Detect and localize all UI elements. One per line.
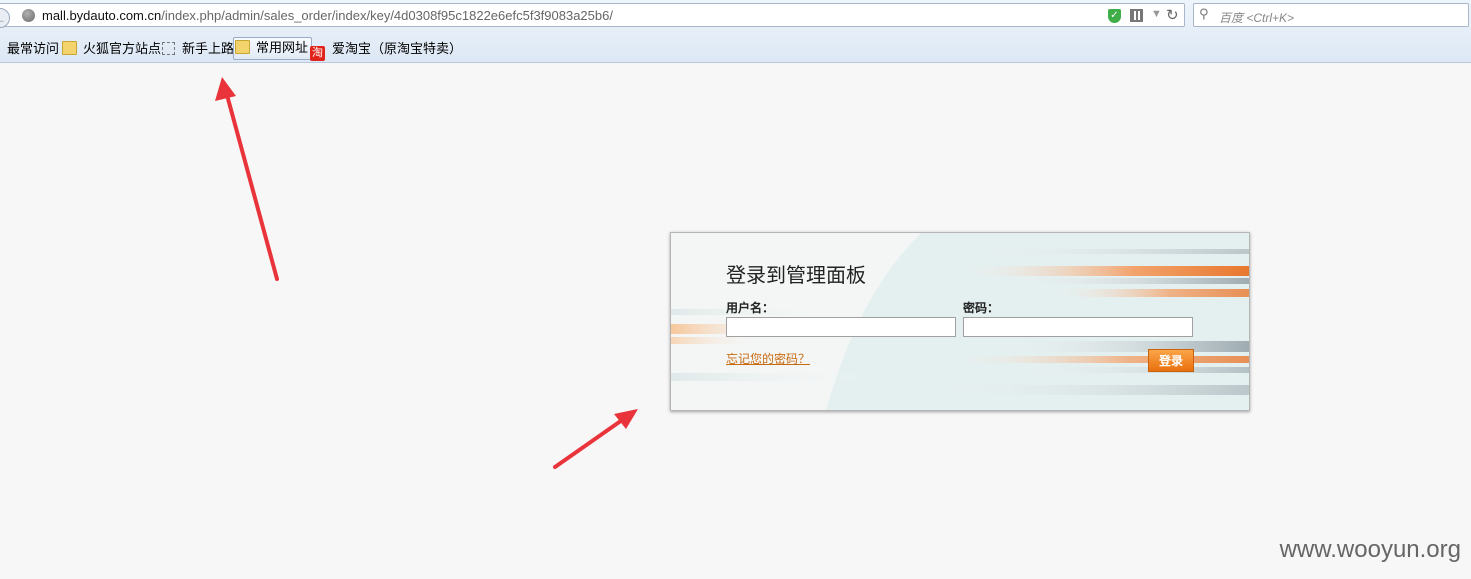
password-input[interactable] <box>963 317 1193 337</box>
folder-icon <box>62 41 77 55</box>
bookmark-label: 常用网址 <box>256 40 309 55</box>
annotation-arrow-up <box>215 77 279 281</box>
taobao-icon: 淘 <box>310 46 325 61</box>
bookmark-label: 火狐官方站点 <box>83 41 162 56</box>
chevron-down-icon[interactable]: ▼ <box>1151 8 1162 20</box>
watermark: www.wooyun.org <box>1279 536 1461 563</box>
address-url[interactable]: mall.bydauto.com.cn/index.php/admin/sale… <box>42 8 613 23</box>
annotation-arrow-right <box>553 409 638 469</box>
username-label: 用户名： <box>726 301 775 315</box>
search-bar[interactable]: ⚲ 百度 <Ctrl+K> <box>1193 3 1469 27</box>
back-button[interactable]: ← <box>0 8 10 28</box>
forgot-password-link[interactable]: 忘记您的密码？ <box>726 350 810 367</box>
bookmark-most-visited[interactable]: 最常访问 <box>7 39 59 59</box>
login-panel: 登录到管理面板 用户名： 密码： 忘记您的密码？ 登录 <box>670 232 1250 411</box>
login-button[interactable]: 登录 <box>1148 349 1194 372</box>
folder-icon <box>235 40 250 54</box>
login-title: 登录到管理面板 <box>726 265 866 287</box>
globe-icon <box>22 9 35 22</box>
search-icon: ⚲ <box>1199 6 1209 21</box>
url-path: /index.php/admin/sales_order/index/key/4… <box>161 8 613 23</box>
address-bar[interactable]: ← mall.bydauto.com.cn/index.php/admin/sa… <box>0 3 1185 28</box>
bookmark-firefox-official[interactable]: 火狐官方站点 <box>62 39 161 59</box>
bookmark-getting-started[interactable]: 新手上路 <box>162 39 234 59</box>
browser-chrome: ← mall.bydauto.com.cn/index.php/admin/sa… <box>0 0 1471 63</box>
bookmark-label: 新手上路 <box>182 41 235 56</box>
bookmarks-toolbar: 最常访问 火狐官方站点 新手上路 常用网址 淘爱淘宝（原淘宝特卖） <box>0 37 1471 61</box>
bookmark-label: 最常访问 <box>7 41 60 56</box>
bookmark-label: 爱淘宝（原淘宝特卖） <box>332 41 463 56</box>
username-input[interactable] <box>726 317 956 337</box>
dashed-box-icon <box>162 42 175 55</box>
reload-icon[interactable]: ↻ <box>1166 6 1179 24</box>
bookmark-common-sites[interactable]: 常用网址 <box>233 37 313 60</box>
password-label: 密码： <box>963 301 1000 315</box>
url-host: mall.bydauto.com.cn <box>42 8 162 23</box>
shield-icon[interactable]: ✓ <box>1108 9 1121 23</box>
bookmark-ai-taobao[interactable]: 淘爱淘宝（原淘宝特卖） <box>310 39 463 61</box>
search-placeholder: 百度 <Ctrl+K> <box>1219 11 1295 25</box>
qr-code-icon[interactable] <box>1130 9 1143 22</box>
